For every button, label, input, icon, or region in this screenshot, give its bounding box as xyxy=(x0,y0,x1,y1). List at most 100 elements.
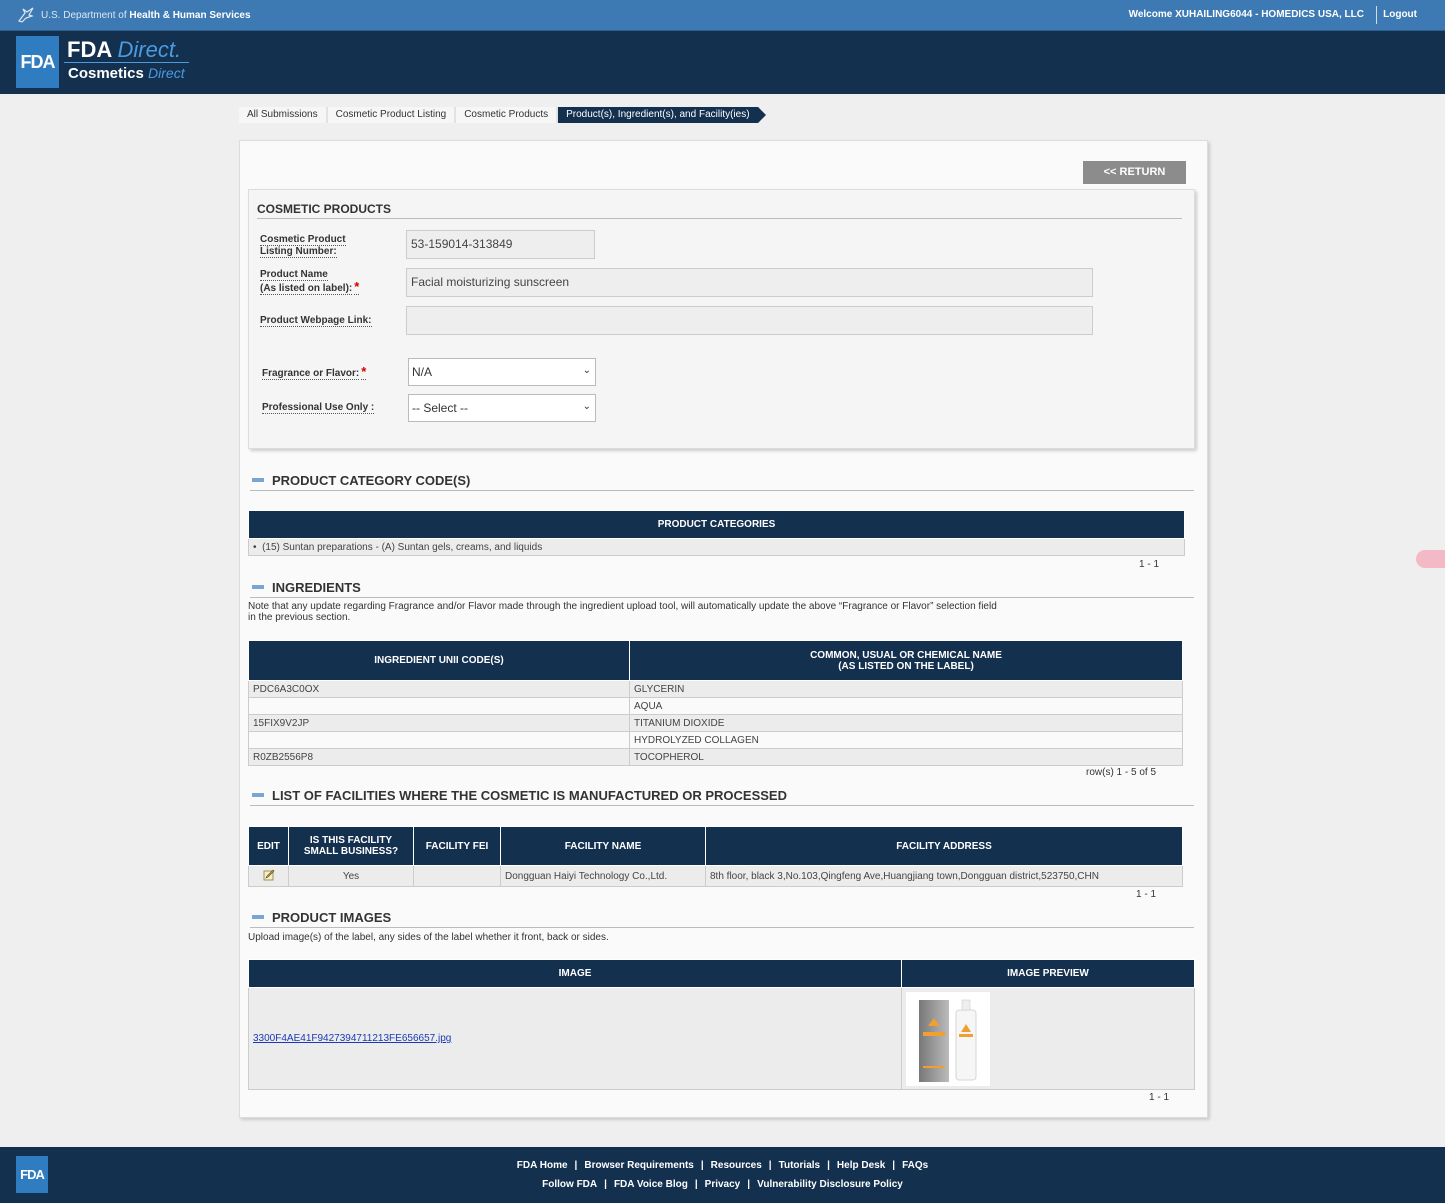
images-table: IMAGE IMAGE PREVIEW 3300F4AE41F942739471… xyxy=(248,959,1195,1090)
welcome-text: Welcome XUHAILING6044 - HOMEDICS USA, LL… xyxy=(1128,9,1364,20)
table-row: 15FIX9V2JP TITANIUM DIOXIDE xyxy=(248,714,1183,732)
collapse-icon[interactable] xyxy=(252,585,264,590)
image-preview-cell xyxy=(901,987,1195,1090)
fragrance-select[interactable]: N/A ⌄ xyxy=(408,358,596,386)
ingredient-name-cell: TOCOPHEROL xyxy=(629,748,1183,766)
brand-cosmetics: Cosmetics xyxy=(68,65,144,82)
sunscreen-product-image xyxy=(906,991,990,1086)
chevron-down-icon: ⌄ xyxy=(582,365,591,376)
chevron-down-icon: ⌄ xyxy=(582,401,591,412)
brand-fda: FDA xyxy=(67,37,112,62)
required-mark: * xyxy=(354,279,360,295)
category-cell: • (15) Suntan preparations - (A) Suntan … xyxy=(248,538,1185,556)
column-header: FACILITY FEI xyxy=(413,826,501,866)
product-name-field[interactable]: Facial moisturizing sunscreen xyxy=(406,268,1093,297)
footer-link-vulnerability-disclosure[interactable]: Vulnerability Disclosure Policy xyxy=(757,1179,903,1190)
footer-link-browser-requirements[interactable]: Browser Requirements xyxy=(584,1160,693,1171)
fda-logo[interactable]: FDA xyxy=(16,36,59,88)
professional-selected-value: -- Select -- xyxy=(412,401,469,415)
fragrance-selected-value: N/A xyxy=(412,365,433,379)
column-header: IMAGE PREVIEW xyxy=(901,959,1195,988)
footer-link-resources[interactable]: Resources xyxy=(711,1160,762,1171)
cosmetics-direct-wordmark: Cosmetics Direct xyxy=(64,62,189,86)
ingredient-name-cell: AQUA xyxy=(629,697,1183,715)
cosmetic-products-card: COSMETIC PRODUCTS Cosmetic Product Listi… xyxy=(248,189,1195,449)
webpage-label: Product Webpage Link: xyxy=(260,315,372,327)
site-header: FDA FDA Direct. Cosmetics Direct xyxy=(0,31,1445,94)
breadcrumb: All Submissions Cosmetic Product Listing… xyxy=(239,107,766,123)
unii-cell xyxy=(248,697,630,715)
brand-cosmetics-direct: Direct xyxy=(148,65,185,81)
logout-link[interactable]: Logout xyxy=(1383,9,1417,20)
product-name-label: Product Name (As listed on label): * xyxy=(260,269,360,295)
column-header: COMMON, USUAL OR CHEMICAL NAME (AS LISTED… xyxy=(629,640,1183,681)
breadcrumb-cosmetic-products[interactable]: Cosmetic Products xyxy=(456,107,559,123)
product-image-thumbnail[interactable] xyxy=(906,991,990,1086)
edit-cell[interactable] xyxy=(248,865,289,887)
footer-link-faqs[interactable]: FAQs xyxy=(902,1160,928,1171)
main-panel: << RETURN COSMETIC PRODUCTS Cosmetic Pro… xyxy=(239,140,1208,1118)
unii-cell xyxy=(248,731,630,749)
table-row: • (15) Suntan preparations - (A) Suntan … xyxy=(248,538,1185,556)
card-title: COSMETIC PRODUCTS xyxy=(257,202,1182,219)
breadcrumb-current: Product(s), Ingredient(s), and Facility(… xyxy=(558,107,766,123)
top-bar: U.S. Department of Health & Human Servic… xyxy=(0,0,1445,31)
ingredients-pager: row(s) 1 - 5 of 5 xyxy=(1086,767,1157,778)
collapse-icon[interactable] xyxy=(252,793,264,798)
category-pager: 1 - 1 xyxy=(1139,559,1160,570)
fragrance-label: Fragrance or Flavor: * xyxy=(262,364,367,380)
table-row: HYDROLYZED COLLAGEN xyxy=(248,731,1183,749)
small-business-cell: Yes xyxy=(288,865,414,887)
collapse-icon[interactable] xyxy=(252,915,264,920)
listing-number-label: Cosmetic Product Listing Number: xyxy=(260,234,346,258)
column-header: IMAGE xyxy=(248,959,902,988)
footer-link-follow-fda[interactable]: Follow FDA xyxy=(542,1179,597,1190)
images-pager: 1 - 1 xyxy=(1149,1092,1170,1103)
webpage-link-field[interactable] xyxy=(406,306,1093,335)
column-header: IS THIS FACILITY SMALL BUSINESS? xyxy=(288,826,414,866)
facilities-section-title[interactable]: LIST OF FACILITIES WHERE THE COSMETIC IS… xyxy=(250,788,1194,806)
edit-pencil-icon[interactable] xyxy=(263,869,275,881)
breadcrumb-all-submissions[interactable]: All Submissions xyxy=(239,107,328,123)
column-header: FACILITY NAME xyxy=(500,826,706,866)
return-button[interactable]: << RETURN xyxy=(1083,161,1186,184)
images-note: Upload image(s) of the label, any sides … xyxy=(248,932,609,943)
ingredient-name-cell: HYDROLYZED COLLAGEN xyxy=(629,731,1183,749)
ingredients-section-title[interactable]: INGREDIENTS xyxy=(250,580,1194,598)
table-row: PDC6A3C0OX GLYCERIN xyxy=(248,680,1183,698)
footer-link-privacy[interactable]: Privacy xyxy=(705,1179,741,1190)
table-row: AQUA xyxy=(248,697,1183,715)
professional-use-select[interactable]: -- Select -- ⌄ xyxy=(408,394,596,422)
column-header: EDIT xyxy=(248,826,289,866)
table-row: Yes Dongguan Haiyi Technology Co.,Ltd. 8… xyxy=(248,865,1183,887)
ingredient-name-cell: GLYCERIN xyxy=(629,680,1183,698)
column-header: PRODUCT CATEGORIES xyxy=(248,510,1185,539)
ingredient-name-cell: TITANIUM DIOXIDE xyxy=(629,714,1183,732)
unii-cell: 15FIX9V2JP xyxy=(248,714,630,732)
image-file-cell: 3300F4AE41F9427394711213FE656657.jpg xyxy=(248,987,902,1090)
images-section-title[interactable]: PRODUCT IMAGES xyxy=(250,910,1194,928)
image-file-link[interactable]: 3300F4AE41F9427394711213FE656657.jpg xyxy=(253,1033,451,1044)
footer-link-tutorials[interactable]: Tutorials xyxy=(779,1160,820,1171)
facility-address-cell: 8th floor, black 3,No.103,Qingfeng Ave,H… xyxy=(705,865,1183,887)
footer-link-fda-home[interactable]: FDA Home xyxy=(517,1160,568,1171)
category-section-title[interactable]: PRODUCT CATEGORY CODE(S) xyxy=(250,473,1194,491)
facilities-pager: 1 - 1 xyxy=(1136,889,1157,900)
listing-number-field: 53-159014-313849 xyxy=(406,230,595,259)
agency-prefix: U.S. Department of xyxy=(41,9,127,21)
column-header: INGREDIENT UNII CODE(S) xyxy=(248,640,630,681)
collapse-icon[interactable] xyxy=(252,478,264,483)
hhs-branding[interactable]: U.S. Department of Health & Human Servic… xyxy=(17,7,251,23)
footer-link-help-desk[interactable]: Help Desk xyxy=(837,1160,885,1171)
unii-cell: PDC6A3C0OX xyxy=(248,680,630,698)
unii-cell: R0ZB2556P8 xyxy=(248,748,630,766)
hhs-eagle-icon xyxy=(18,7,34,23)
footer-link-fda-voice-blog[interactable]: FDA Voice Blog xyxy=(614,1179,688,1190)
breadcrumb-cosmetic-product-listing[interactable]: Cosmetic Product Listing xyxy=(327,107,457,123)
footer-links-row-2: Follow FDA | FDA Voice Blog | Privacy | Vulner… xyxy=(542,1179,903,1190)
professional-label: Professional Use Only : xyxy=(262,402,375,414)
table-row: 3300F4AE41F9427394711213FE656657.jpg xyxy=(248,987,1195,1090)
side-feedback-tab[interactable] xyxy=(1416,550,1445,568)
ingredients-table: INGREDIENT UNII CODE(S) COMMON, USUAL OR… xyxy=(248,640,1183,766)
required-mark: * xyxy=(361,364,367,380)
